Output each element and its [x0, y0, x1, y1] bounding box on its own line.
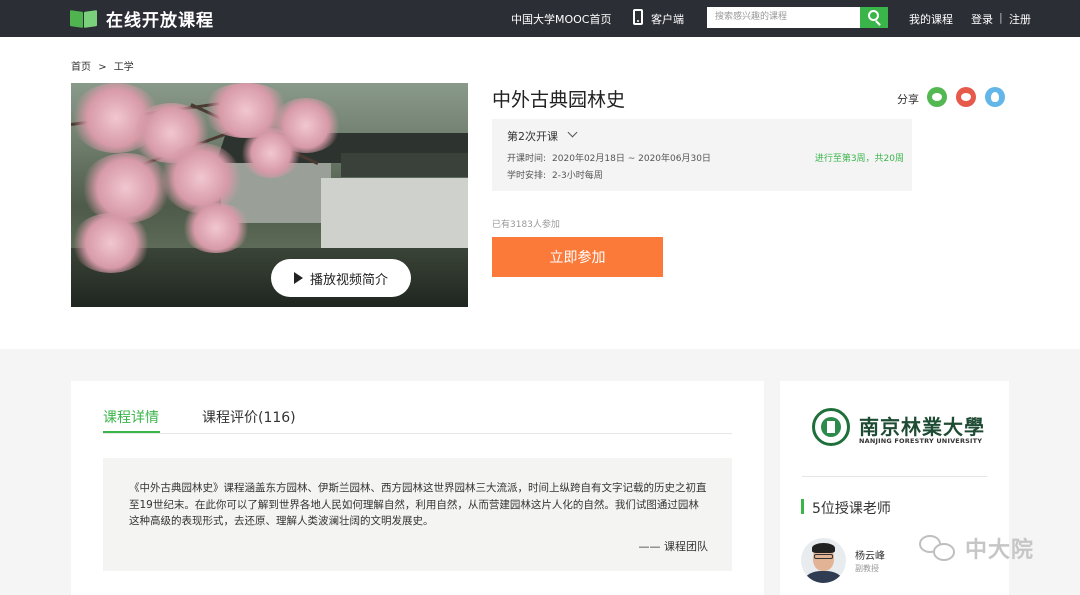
- top-navbar: 在线开放课程 中国大学MOOC首页 客户端 搜索感兴趣的课程 我的课程 登录 |…: [0, 0, 1080, 37]
- teachers-title: 5位授课老师: [812, 501, 891, 517]
- site-logo[interactable]: 在线开放课程: [70, 6, 214, 31]
- search-icon: [868, 10, 879, 21]
- tab-divider: [103, 433, 732, 434]
- nav-mooc-home-link[interactable]: 中国大学MOOC首页: [511, 11, 612, 27]
- side-divider: [802, 476, 987, 477]
- search-input[interactable]: 搜索感兴趣的课程: [707, 7, 860, 28]
- university-name-cn[interactable]: 南京林業大學: [859, 411, 985, 440]
- term-hours-label: 学时安排:: [507, 171, 547, 181]
- enrolled-count: 已有3183人参加: [492, 220, 560, 230]
- tab-course-detail[interactable]: 课程详情: [103, 407, 159, 427]
- nav-separator: |: [999, 11, 1003, 24]
- term-dates-label: 开课时间:: [507, 154, 547, 164]
- university-name-en: NANJING FORESTRY UNIVERSITY: [859, 437, 983, 445]
- course-intro-signature: —— 课程团队: [638, 540, 709, 553]
- play-icon: [293, 272, 303, 284]
- breadcrumb-separator: >: [98, 62, 107, 73]
- tab-course-reviews[interactable]: 课程评价(116): [202, 407, 296, 427]
- watermark-text: 中大院: [965, 538, 1035, 563]
- nav-client-link[interactable]: 客户端: [651, 11, 684, 27]
- course-intro-box: 《中外古典园林史》课程涵盖东方园林、伊斯兰园林、西方园林这世界园林三大流派，时间…: [103, 458, 732, 571]
- chevron-down-icon[interactable]: [567, 127, 578, 138]
- term-dates: 开课时间: 2020年02月18日 ~ 2020年06月30日: [507, 151, 711, 164]
- term-selector[interactable]: 第2次开课: [507, 128, 558, 144]
- phone-icon[interactable]: [633, 9, 643, 25]
- book-logo-icon: [70, 9, 97, 28]
- teacher-name[interactable]: 杨云峰: [855, 547, 885, 562]
- course-detail-panel: 课程详情 课程评价(116) 《中外古典园林史》课程涵盖东方园林、伊斯兰园林、西…: [71, 381, 764, 595]
- breadcrumb-category[interactable]: 工学: [114, 62, 134, 73]
- play-video-button[interactable]: 播放视频简介: [271, 259, 411, 297]
- term-progress: 进行至第3周，共20周: [814, 154, 904, 164]
- watermark: 中大院: [919, 532, 1034, 564]
- term-dates-value: 2020年02月18日 ~ 2020年06月30日: [552, 154, 711, 164]
- breadcrumb: 首页 > 工学: [71, 58, 138, 73]
- breadcrumb-home[interactable]: 首页: [71, 62, 91, 73]
- weibo-icon[interactable]: [956, 87, 976, 107]
- nav-my-courses-link[interactable]: 我的课程: [909, 11, 953, 27]
- university-seal-icon[interactable]: [812, 408, 850, 446]
- wechat-icon[interactable]: [927, 87, 947, 107]
- term-hours-value: 2-3小时每周: [552, 171, 603, 181]
- share-label: 分享: [897, 93, 919, 106]
- course-cover-image[interactable]: 播放视频简介: [71, 83, 468, 307]
- search-button[interactable]: [860, 7, 888, 28]
- course-title: 中外古典园林史: [492, 89, 626, 111]
- teacher-avatar[interactable]: [801, 538, 846, 583]
- join-course-button[interactable]: 立即参加: [492, 237, 663, 277]
- wechat-watermark-icon: [919, 533, 959, 563]
- play-video-label: 播放视频简介: [309, 272, 388, 288]
- term-hours: 学时安排: 2-3小时每周: [507, 168, 603, 181]
- logo-text: 在线开放课程: [106, 10, 214, 31]
- teachers-title-marker: [801, 499, 804, 514]
- term-info-box: 第2次开课 开课时间: 2020年02月18日 ~ 2020年06月30日 学时安…: [492, 119, 912, 191]
- course-intro-text: 《中外古典园林史》课程涵盖东方园林、伊斯兰园林、西方园林这世界园林三大流派，时间…: [129, 482, 707, 527]
- register-link[interactable]: 注册: [1009, 11, 1031, 27]
- qq-icon[interactable]: [985, 87, 1005, 107]
- teacher-role: 副教授: [855, 564, 879, 573]
- login-link[interactable]: 登录: [971, 11, 993, 27]
